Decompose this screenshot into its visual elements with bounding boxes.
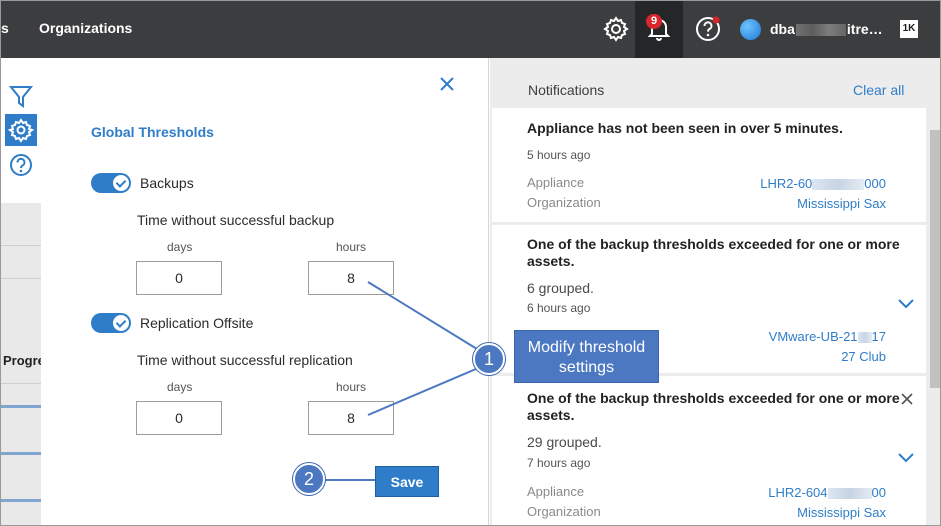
days-label: days — [167, 380, 193, 394]
backups-toggle-label: Backups — [140, 175, 194, 191]
column-header-progress: Progre — [3, 353, 45, 368]
notification-card[interactable]: One of the backup thresholds exceeded fo… — [492, 376, 926, 525]
top-bar: s Organizations 9 dba itre… 1K — [1, 1, 940, 58]
panel-title: Global Thresholds — [91, 124, 214, 140]
user-name-start: dba — [770, 21, 795, 37]
organization-link[interactable]: 27 Club — [841, 349, 886, 364]
notification-title: Appliance has not been seen in over 5 mi… — [527, 120, 843, 136]
chevron-down-icon[interactable] — [897, 451, 915, 463]
notification-count-badge: 9 — [646, 14, 663, 29]
organization-key: Organization — [527, 195, 601, 210]
asset-start: VMware-UB-21 — [768, 329, 858, 344]
step-marker-2: 2 — [293, 463, 325, 495]
user-menu[interactable]: dba itre… — [770, 21, 883, 37]
notifications-header: Notifications Clear all — [490, 58, 940, 108]
notifications-button[interactable] — [635, 1, 683, 58]
asset-end: 17 — [871, 329, 886, 344]
replication-toggle-label: Replication Offsite — [140, 315, 254, 331]
notification-time: 7 hours ago — [527, 456, 591, 470]
table-divider — [1, 383, 41, 384]
app-window: s Organizations 9 dba itre… 1K Progre Gl… — [0, 0, 941, 526]
grouped-count: 6 grouped. — [527, 280, 594, 296]
chevron-down-icon[interactable] — [897, 297, 915, 309]
organization-link[interactable]: Mississippi Sax — [797, 505, 886, 520]
days-label: days — [167, 240, 193, 254]
progress-bar — [1, 452, 41, 455]
filter-icon[interactable] — [5, 80, 37, 112]
user-avatar[interactable] — [740, 19, 761, 40]
redacted-text — [812, 179, 865, 191]
help-icon[interactable] — [694, 15, 722, 43]
backups-subtitle: Time without successful backup — [137, 212, 335, 228]
asset-link[interactable]: VMware-UB-21 17 — [769, 329, 886, 344]
organization-link[interactable]: Mississippi Sax — [797, 196, 886, 211]
appliance-start: LHR2-604 — [768, 485, 828, 500]
table-divider — [1, 278, 41, 279]
dismiss-icon[interactable] — [900, 392, 914, 406]
backups-toggle[interactable] — [91, 173, 131, 193]
scrollbar-thumb[interactable] — [930, 130, 940, 388]
toggle-knob — [113, 315, 129, 331]
notifications-title: Notifications — [528, 82, 605, 98]
appliance-link[interactable]: LHR2-60 000 — [760, 176, 886, 191]
save-button[interactable]: Save — [375, 466, 439, 497]
replication-hours-input[interactable]: 8 — [308, 401, 394, 435]
progress-bar — [1, 499, 41, 502]
annotation-callout: Modify threshold settings — [514, 330, 659, 383]
organization-key: Organization — [527, 504, 601, 519]
appliance-start: LHR2-60 — [760, 176, 813, 191]
replication-subtitle: Time without successful replication — [137, 352, 353, 368]
replication-days-input[interactable]: 0 — [136, 401, 222, 435]
progress-bar — [1, 405, 41, 408]
step-marker-1: 1 — [473, 343, 505, 375]
nav-item-organizations[interactable]: Organizations — [39, 20, 132, 36]
appliance-key: Appliance — [527, 175, 585, 190]
table-divider — [1, 245, 41, 246]
appliance-end: 00 — [871, 485, 886, 500]
appliance-key: Appliance — [527, 484, 585, 499]
gear-icon[interactable] — [602, 15, 630, 43]
notification-time: 5 hours ago — [527, 148, 591, 162]
settings-icon[interactable] — [5, 114, 37, 146]
notification-title: One of the backup thresholds exceeded fo… — [527, 390, 900, 423]
backup-days-input[interactable]: 0 — [136, 261, 222, 295]
redacted-text — [795, 24, 846, 37]
nav-item-truncated[interactable]: s — [1, 20, 9, 36]
grouped-count: 29 grouped. — [527, 434, 602, 450]
help-icon[interactable] — [5, 149, 37, 181]
brand-logo: 1K — [900, 20, 918, 38]
redacted-text — [857, 332, 872, 344]
user-name-end: itre… — [846, 21, 883, 37]
notification-time: 6 hours ago — [527, 301, 591, 315]
toggle-knob — [113, 175, 129, 191]
notification-title: One of the backup thresholds exceeded fo… — [527, 236, 900, 269]
hours-label: hours — [336, 380, 367, 394]
notifications-panel: Notifications Clear all Appliance has no… — [490, 58, 940, 525]
notification-card[interactable]: Appliance has not been seen in over 5 mi… — [492, 108, 926, 222]
appliance-link[interactable]: LHR2-604 00 — [768, 485, 886, 500]
backup-hours-input[interactable]: 8 — [308, 261, 394, 295]
replication-toggle[interactable] — [91, 313, 131, 333]
close-icon[interactable] — [437, 74, 457, 94]
appliance-end: 000 — [864, 176, 886, 191]
hours-label: hours — [336, 240, 367, 254]
clear-all-link[interactable]: Clear all — [853, 82, 904, 98]
redacted-text — [827, 488, 872, 500]
